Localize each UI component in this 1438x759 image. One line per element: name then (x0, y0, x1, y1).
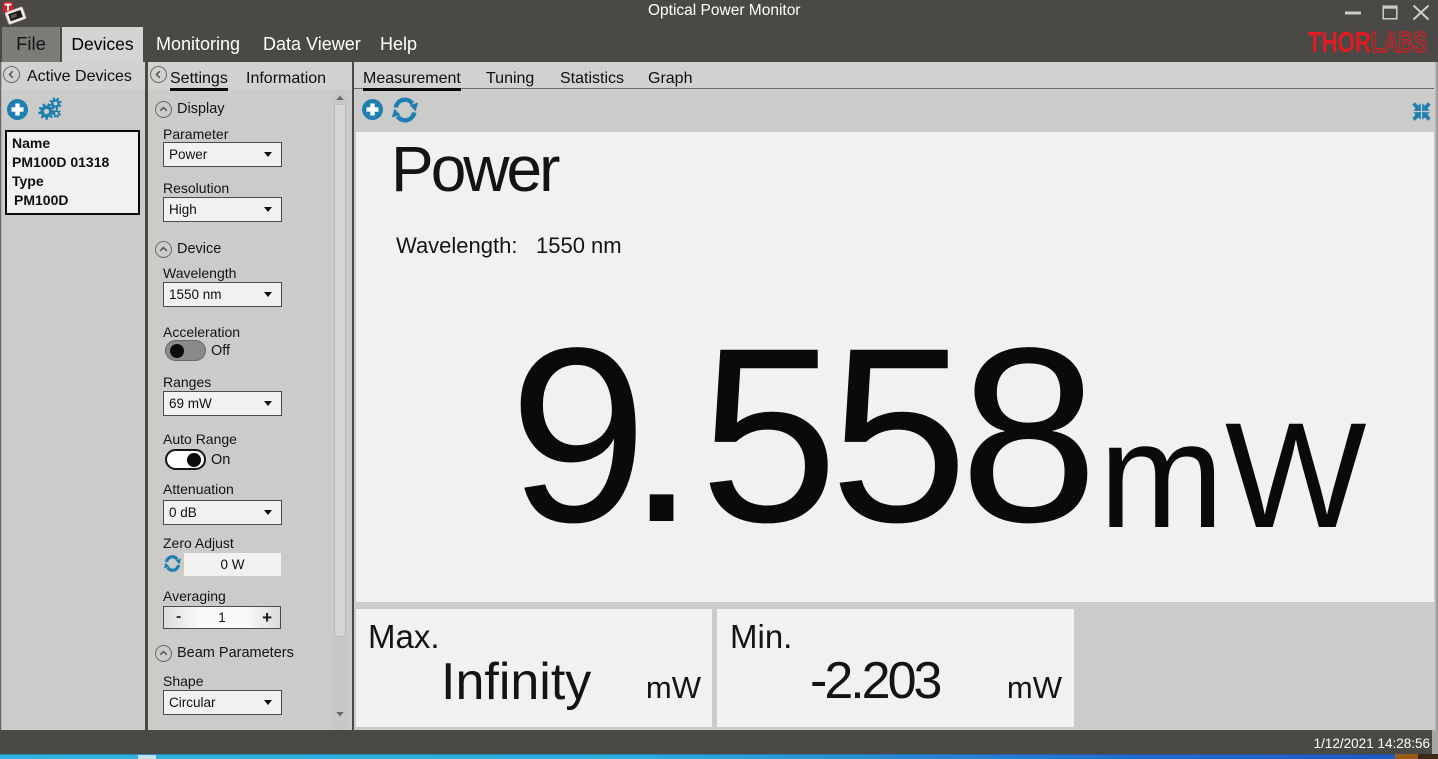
svg-text:THOR: THOR (1308, 31, 1371, 57)
svg-text:LABS: LABS (1371, 31, 1427, 57)
